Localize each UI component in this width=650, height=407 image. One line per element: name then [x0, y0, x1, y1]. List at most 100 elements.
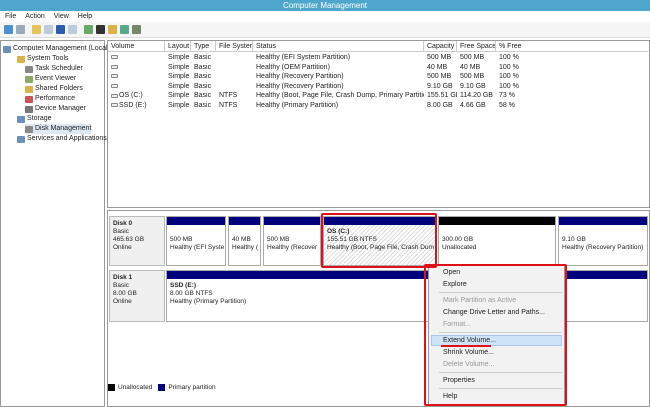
partition-bar — [324, 217, 435, 225]
menu-item-explore[interactable]: Explore — [443, 279, 467, 290]
up-folder-icon[interactable] — [32, 25, 41, 34]
partition[interactable]: 500 MB Healthy (Recover — [263, 216, 321, 266]
search-icon[interactable] — [120, 25, 129, 34]
menu-file[interactable]: File — [5, 11, 16, 22]
tree-node-icon — [17, 135, 25, 143]
partition[interactable]: OS (C:) 155.51 GB NTFS Healthy (Boot, Page… — [323, 216, 436, 266]
menu-item-properties[interactable]: Properties — [443, 375, 475, 386]
menu-action[interactable]: Action — [25, 11, 44, 22]
table-cell: Healthy (Recovery Partition) — [253, 72, 424, 82]
menu-item-mark-partition-as-active[interactable]: Mark Partition as Active — [443, 295, 516, 306]
drive-icon — [111, 74, 118, 79]
column-header[interactable]: Status — [253, 41, 424, 52]
tree-item[interactable]: Device Manager — [25, 104, 86, 114]
menu-view[interactable]: View — [54, 11, 69, 22]
tree-node-icon — [25, 105, 33, 113]
column-header[interactable]: Free Space — [457, 41, 496, 52]
cell-text: 114.20 GB — [460, 92, 493, 100]
forward-icon[interactable] — [16, 25, 25, 34]
cell-text: Basic — [194, 82, 212, 90]
table-cell — [108, 63, 165, 73]
tree-item[interactable]: Event Viewer — [25, 74, 76, 84]
tree-item-label: Disk Management — [35, 125, 92, 132]
partition[interactable]: SSD (E:) 8.00 GB NTFS Healthy (Primary Par… — [166, 270, 648, 322]
disk-name: Disk 1 — [113, 274, 133, 281]
primary-swatch — [158, 384, 166, 391]
disk-label[interactable]: Disk 1 Basic 8.00 GB Online — [109, 270, 165, 322]
tree-item[interactable]: Computer Management (Local — [3, 44, 108, 54]
cell-text: 100 % — [499, 73, 519, 81]
disk-name: Disk 0 — [113, 220, 133, 227]
table-cell: 4.66 GB — [457, 101, 496, 111]
tree-item[interactable]: Task Scheduler — [25, 64, 83, 74]
column-header[interactable]: Layout — [165, 41, 191, 52]
menu-item-help[interactable]: Help — [443, 391, 457, 402]
table-cell: 500 MB — [457, 53, 496, 63]
show-hide-tree-icon[interactable] — [44, 25, 53, 34]
volume-list: Volume Layout Type File System Status Capacit… — [107, 40, 650, 208]
partition-bar — [167, 217, 225, 225]
tree-item[interactable]: Storage — [17, 114, 52, 124]
cell-text: SSD (E:) — [119, 102, 147, 109]
back-icon[interactable] — [4, 25, 13, 34]
properties-icon[interactable] — [96, 25, 105, 34]
partition[interactable]: 300.00 GB Unallocated — [438, 216, 556, 266]
partition-size: 40 MB — [232, 236, 251, 243]
table-cell: 100 % — [496, 82, 650, 92]
menu-separator — [439, 388, 562, 389]
cell-text: NTFS — [219, 102, 238, 109]
table-cell: Simple — [165, 101, 191, 111]
tree-item[interactable]: Disk Management — [25, 124, 92, 134]
open-folder-icon[interactable] — [108, 25, 117, 34]
tree-item[interactable]: Services and Applications — [17, 134, 107, 144]
tree-node-icon — [3, 45, 11, 53]
disk-label[interactable]: Disk 0 Basic 465.63 GB Online — [109, 216, 165, 266]
menu-bar: File Action View Help — [0, 11, 650, 22]
partition-info: OS (C:) 155.51 GB NTFS Healthy (Boot, Page… — [324, 225, 435, 265]
partition-size: 500 MB — [170, 236, 193, 243]
partition-bar — [559, 217, 647, 225]
disk-graphical-view: Disk 0 Basic 465.63 GB Online 500 MB Healthy … — [107, 210, 650, 407]
menu-item-shrink-volume[interactable]: Shrink Volume... — [443, 347, 494, 358]
column-header[interactable]: File System — [216, 41, 253, 52]
menu-item-delete-volume[interactable]: Delete Volume... — [443, 359, 494, 370]
cell-text: 9.10 GB — [460, 82, 486, 90]
cell-text: Healthy (Recovery Partition) — [256, 73, 344, 81]
cell-text: 40 MB — [460, 63, 481, 71]
help-icon[interactable] — [56, 25, 65, 34]
drive-icon — [111, 55, 118, 60]
column-header[interactable]: Capacity — [424, 41, 457, 52]
tree-item[interactable]: Performance — [25, 94, 75, 104]
menu-item-format[interactable]: Format... — [443, 319, 471, 330]
table-cell: NTFS — [216, 101, 253, 111]
cell-text: NTFS — [219, 92, 238, 100]
partition[interactable]: 40 MB Healthy ( — [228, 216, 261, 266]
partition-name: OS (C:) — [327, 228, 350, 235]
column-header[interactable]: Type — [191, 41, 216, 52]
toolbar — [0, 22, 650, 38]
drive-icon — [111, 93, 118, 98]
table-cell: 100 % — [496, 53, 650, 63]
partition[interactable]: 9.10 GB Healthy (Recovery Partition) — [558, 216, 648, 266]
partition-info: 40 MB Healthy ( — [229, 225, 260, 255]
table-cell: Simple — [165, 63, 191, 73]
partition-status: Healthy (Primary Partition) — [170, 298, 247, 305]
column-header[interactable]: Volume — [108, 41, 165, 52]
tree-item[interactable]: System Tools — [17, 54, 69, 64]
menu-item-open[interactable]: Open — [443, 267, 460, 278]
table-cell: Healthy (Primary Partition) — [253, 101, 424, 111]
menu-item-change-drive-letter-and-paths[interactable]: Change Drive Letter and Paths... — [443, 307, 545, 318]
partition-bar — [167, 271, 647, 279]
action-pane-icon[interactable] — [68, 25, 77, 34]
export-icon[interactable] — [84, 25, 93, 34]
partition-bar — [229, 217, 260, 225]
check-icon[interactable] — [132, 25, 141, 34]
cell-text: Basic — [194, 54, 212, 61]
tree-item[interactable]: Shared Folders — [25, 84, 83, 94]
menu-help[interactable]: Help — [78, 11, 92, 22]
table-cell: 500 MB — [457, 72, 496, 82]
cell-text: 4.66 GB — [460, 102, 486, 109]
table-cell: 8.00 GB — [424, 101, 457, 111]
partition-info: 500 MB Healthy (EFI Syste — [167, 225, 225, 255]
partition[interactable]: 500 MB Healthy (EFI Syste — [166, 216, 226, 266]
